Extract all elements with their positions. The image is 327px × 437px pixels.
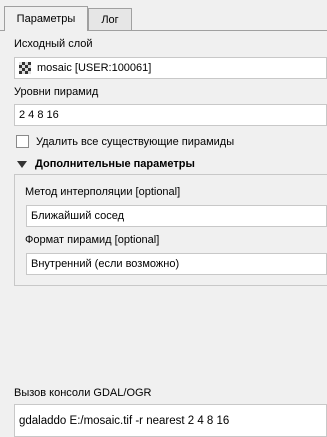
advanced-section-title: Дополнительные параметры (35, 158, 195, 170)
console-command-textbox[interactable]: gdaladdo E:/mosaic.tif -r nearest 2 4 8 … (14, 404, 327, 437)
tab-parameters[interactable]: Параметры (4, 6, 88, 31)
clean-pyramids-option[interactable]: Удалить все существующие пирамиды (16, 135, 234, 148)
advanced-section-header[interactable]: Дополнительные параметры (17, 158, 195, 170)
tab-parameters-label: Параметры (16, 13, 76, 25)
input-layer-value: mosaic [USER:100061] (37, 62, 152, 74)
format-value: Внутренний (если возможно) (31, 258, 180, 270)
tab-log-label: Лог (101, 13, 119, 26)
clean-pyramids-checkbox[interactable] (16, 135, 29, 148)
console-command-text: gdaladdo E:/mosaic.tif -r nearest 2 4 8 … (19, 414, 230, 427)
format-combobox[interactable]: Внутренний (если возможно) (26, 253, 327, 275)
format-label: Формат пирамид [optional] (25, 234, 160, 246)
resampling-label: Метод интерполяции [optional] (25, 186, 181, 198)
pyramid-levels-value: 2 4 8 16 (19, 109, 59, 121)
clean-pyramids-label: Удалить все существующие пирамиды (36, 135, 235, 148)
console-label: Вызов консоли GDAL/OGR (14, 387, 152, 399)
input-layer-label: Исходный слой (14, 38, 93, 50)
resampling-value: Ближайший сосед (31, 210, 124, 222)
pyramid-levels-label: Уровни пирамид (14, 86, 99, 98)
pyramid-levels-input[interactable]: 2 4 8 16 (14, 104, 327, 126)
input-layer-combobox[interactable]: mosaic [USER:100061] (14, 57, 327, 79)
tab-bar: Параметры Лог (0, 0, 327, 31)
collapse-triangle-icon[interactable] (17, 160, 27, 168)
resampling-combobox[interactable]: Ближайший сосед (26, 205, 327, 227)
tab-log[interactable]: Лог (88, 8, 132, 30)
raster-layer-icon (19, 62, 31, 74)
